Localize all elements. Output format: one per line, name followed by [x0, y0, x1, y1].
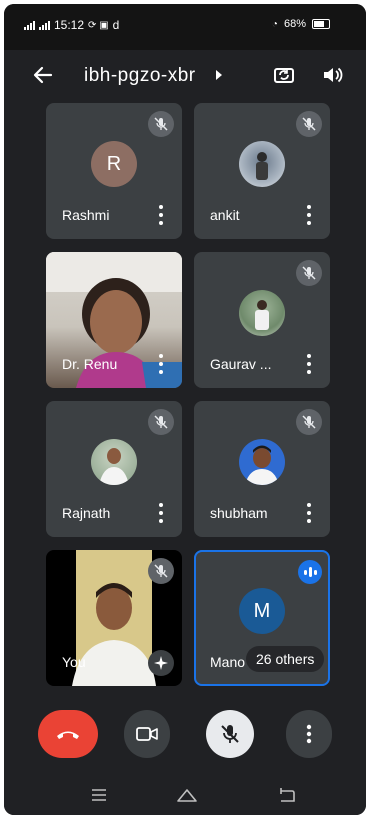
avatar: M: [239, 588, 285, 634]
participant-name: Gaurav ...: [210, 356, 272, 372]
status-time: 15:12: [54, 18, 85, 32]
microphone-button[interactable]: [206, 710, 254, 758]
participant-name: ankit: [210, 207, 240, 223]
others-count-badge[interactable]: 26 others: [246, 646, 325, 672]
mic-off-icon: [296, 409, 322, 435]
home-button[interactable]: [176, 784, 198, 806]
participant-name: Dr. Renu: [62, 356, 118, 372]
audio-output-button[interactable]: [318, 61, 346, 89]
meeting-header: ibh-pgzo-xbr: [4, 50, 366, 102]
participant-tile-rashmi[interactable]: R Rashmi: [46, 103, 182, 239]
sparkle-icon: [154, 656, 168, 670]
more-options-icon[interactable]: [304, 503, 314, 523]
participant-tile-shubham[interactable]: shubham: [194, 401, 330, 537]
meeting-info-arrow-icon[interactable]: [216, 70, 222, 80]
menu-icon: [92, 789, 106, 801]
mic-off-icon: [221, 725, 239, 743]
participant-tile-gaurav[interactable]: Gaurav ...: [194, 252, 330, 388]
participant-tile-rajnath[interactable]: Rajnath: [46, 401, 182, 537]
more-options-icon[interactable]: [304, 205, 314, 225]
participant-tile-dr-renu[interactable]: Dr. Renu: [46, 252, 182, 388]
more-options-icon[interactable]: [156, 503, 166, 523]
switch-camera-icon: [274, 68, 294, 83]
mic-off-icon: [296, 260, 322, 286]
phone-screen: 15:12 ⟳ ▣ d ◔ 68% ibh-pgzo-xbr R Rashmi: [4, 4, 366, 815]
meeting-title[interactable]: ibh-pgzo-xbr: [84, 65, 196, 87]
status-left: 15:12 ⟳ ▣ d: [24, 18, 119, 32]
back-nav-button[interactable]: [276, 784, 298, 806]
camera-button[interactable]: [124, 710, 170, 758]
system-navigation-bar: [4, 776, 366, 815]
avatar: [239, 141, 285, 187]
wifi-icon: ◔: [271, 18, 278, 30]
home-icon: [177, 789, 197, 802]
more-options-icon[interactable]: [156, 205, 166, 225]
mic-off-icon: [296, 111, 322, 137]
hang-up-icon: [57, 731, 79, 739]
speaker-icon: [324, 67, 343, 83]
battery-icon: [312, 19, 330, 29]
effects-button[interactable]: [148, 650, 174, 676]
more-options-icon[interactable]: [304, 354, 314, 374]
avatar: [239, 290, 285, 336]
participant-tile-mano[interactable]: M Mano 26 others: [194, 550, 330, 686]
mic-off-icon: [148, 409, 174, 435]
more-vertical-icon: [306, 724, 312, 744]
end-call-button[interactable]: [38, 710, 98, 758]
avatar: [239, 439, 285, 485]
more-options-button[interactable]: [286, 710, 332, 758]
participant-name: shubham: [210, 505, 268, 521]
participant-name: Rashmi: [62, 207, 110, 223]
back-nav-icon: [280, 788, 295, 802]
signal-icon: [24, 20, 35, 30]
participant-name: Rajnath: [62, 505, 111, 521]
participant-name: Mano: [210, 654, 246, 670]
participant-tile-you[interactable]: You: [46, 550, 182, 686]
mic-off-icon: [148, 558, 174, 584]
back-button[interactable]: [28, 60, 58, 90]
mic-off-icon: [148, 111, 174, 137]
back-arrow-icon: [33, 66, 53, 84]
status-bar: 15:12 ⟳ ▣ d ◔ 68%: [4, 4, 366, 50]
more-options-icon[interactable]: [156, 354, 166, 374]
speaking-indicator-icon: [298, 560, 322, 584]
avatar: [91, 439, 137, 485]
participant-tile-ankit[interactable]: ankit: [194, 103, 330, 239]
battery-percent: 68%: [283, 18, 306, 30]
video-camera-icon: [136, 727, 158, 741]
switch-camera-button[interactable]: [270, 61, 298, 89]
notification-icons: ⟳ ▣: [88, 19, 109, 31]
status-extra: d: [112, 18, 120, 32]
status-right: ◔ 68%: [272, 18, 330, 30]
avatar: R: [91, 141, 137, 187]
signal-icon-2: [39, 20, 50, 30]
participant-name: You: [62, 654, 86, 670]
recents-button[interactable]: [88, 784, 110, 806]
